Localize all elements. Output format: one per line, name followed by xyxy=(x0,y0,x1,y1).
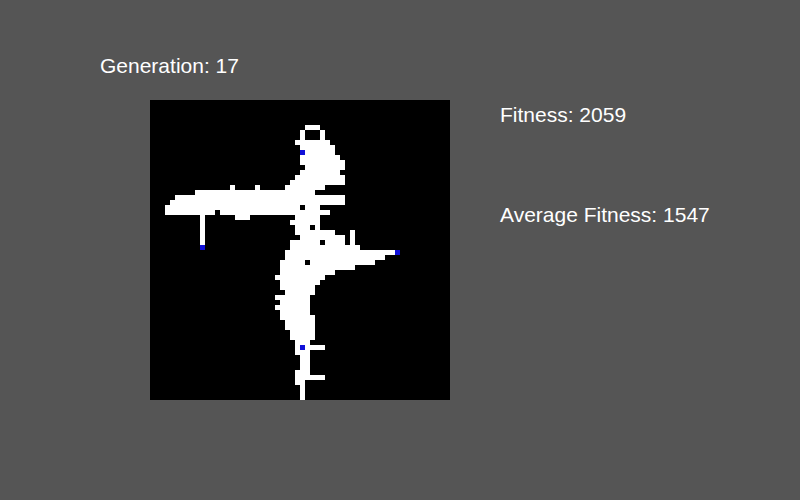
average-fitness-label: Average Fitness: 1547 xyxy=(500,201,710,229)
creature-cell xyxy=(235,215,250,220)
creature-cell xyxy=(300,395,305,400)
creature-board xyxy=(150,100,450,400)
joint-marker xyxy=(300,150,305,155)
creature-cell xyxy=(220,210,295,215)
board-column: Generation: 17 xyxy=(0,0,450,500)
joint-marker xyxy=(300,345,305,350)
creature-cell xyxy=(305,125,320,130)
joint-marker xyxy=(395,250,400,255)
generation-label: Generation: 17 xyxy=(100,52,450,80)
simulation-view: Generation: 17 Fitness: 2059 Average Fit… xyxy=(0,0,800,500)
joint-marker xyxy=(200,245,205,250)
creature-cell xyxy=(165,210,215,215)
fitness-label: Fitness: 2059 xyxy=(500,101,710,129)
stats-column: Fitness: 2059 Average Fitness: 1547 xyxy=(500,0,710,500)
